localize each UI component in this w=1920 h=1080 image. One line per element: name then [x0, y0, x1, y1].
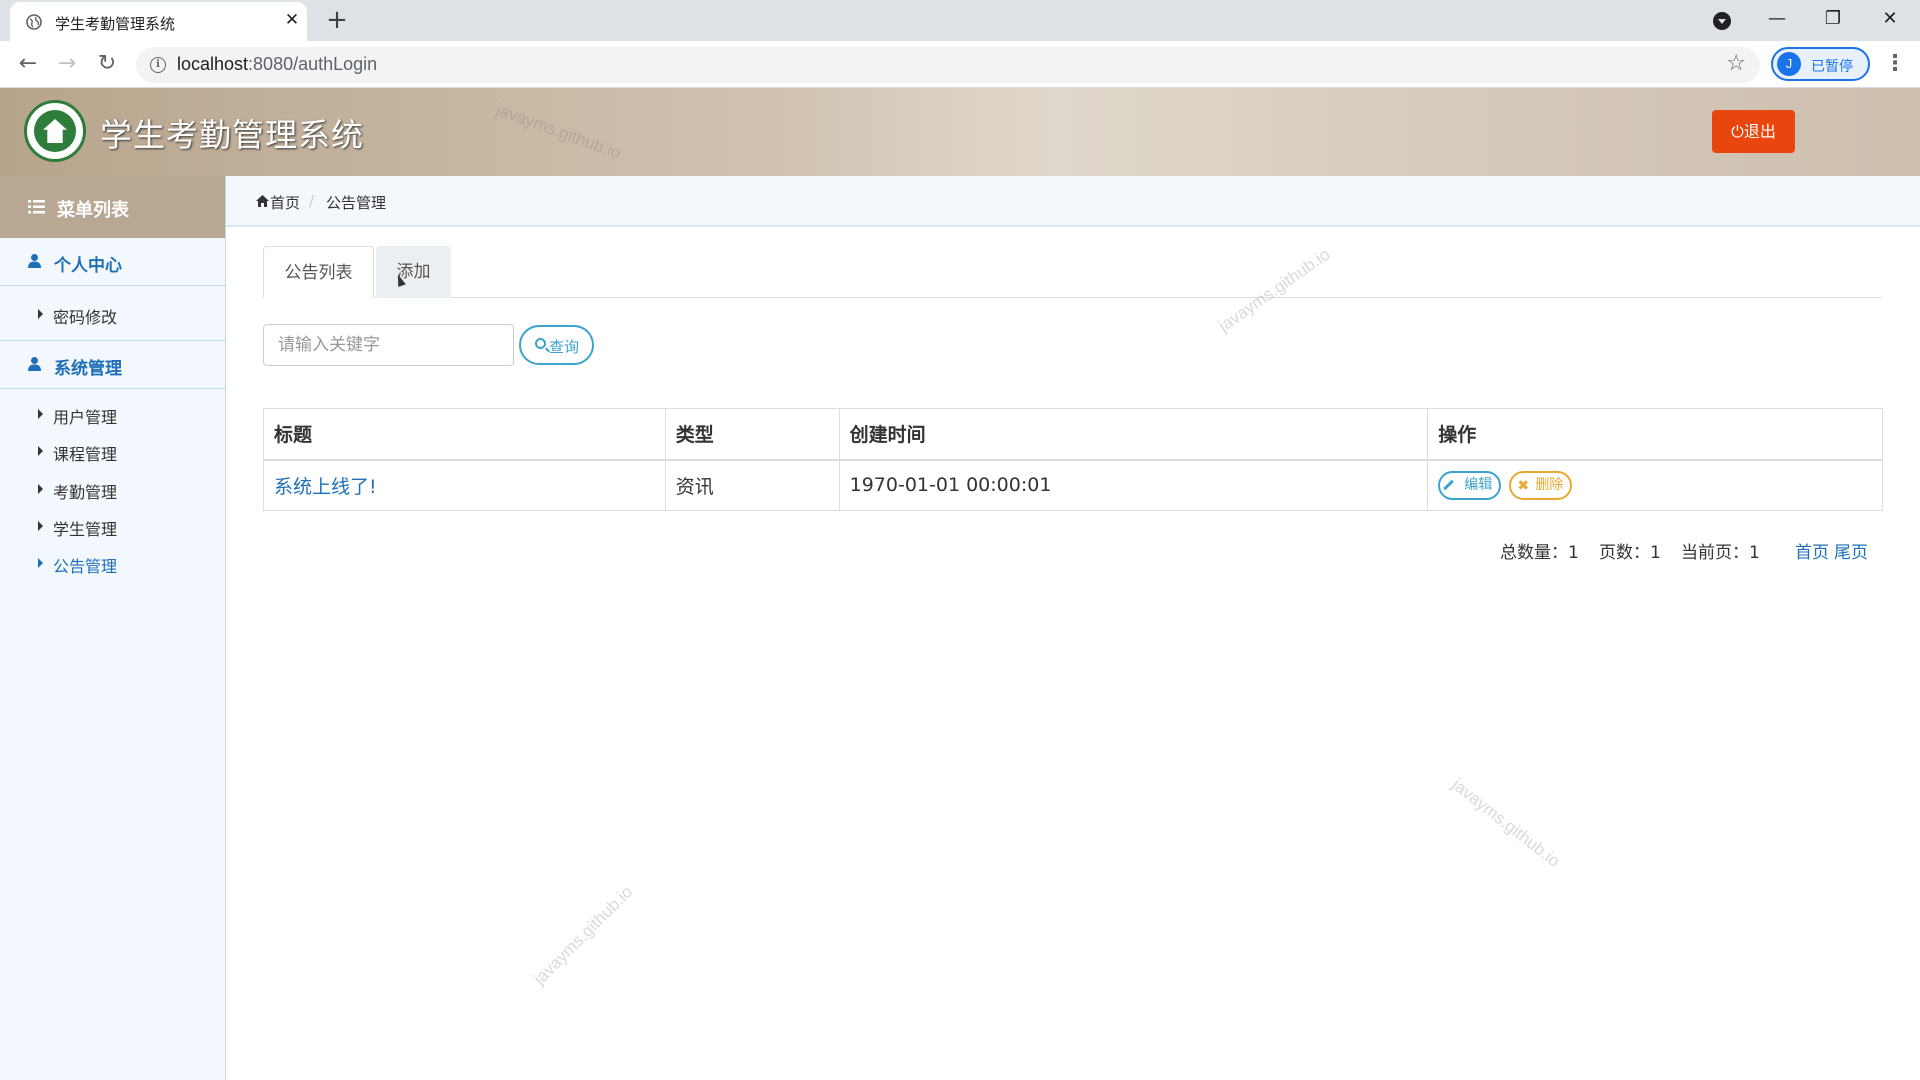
search-button-label: 查询: [549, 339, 580, 356]
edit-label: 编辑: [1464, 476, 1493, 493]
site-info-icon[interactable]: i: [150, 57, 166, 73]
sidebar-header: 菜单列表: [0, 176, 225, 238]
column-header-created: 创建时间: [838, 408, 1429, 461]
tabs-divider: [263, 297, 1882, 298]
breadcrumb-current: 公告管理: [326, 194, 387, 212]
caret-right-icon: [38, 558, 43, 568]
url-host: localhost: [177, 54, 249, 74]
pager-total: 总数量：1: [1500, 543, 1579, 563]
breadcrumb-home-link[interactable]: 首页: [270, 192, 300, 213]
logout-button[interactable]: ⏻退出: [1712, 110, 1795, 153]
sidebar-item-label: 公告管理: [53, 557, 118, 576]
close-icon: ✖: [1517, 477, 1530, 494]
tab-announcement-list[interactable]: 公告列表: [263, 246, 374, 298]
caret-right-icon: [38, 446, 43, 456]
new-tab-button[interactable]: +: [325, 6, 349, 34]
url-text[interactable]: localhost:8080/authLogin: [177, 54, 377, 75]
column-header-actions: 操作: [1427, 408, 1883, 461]
sidebar-item-announcements[interactable]: 公告管理: [0, 547, 225, 579]
cell-title: 系统上线了!: [263, 459, 666, 511]
tab-title: 学生考勤管理系统: [55, 15, 176, 33]
close-window-button[interactable]: ✕: [1875, 5, 1905, 33]
browser-tab[interactable]: 学生考勤管理系统 ✕: [10, 2, 307, 41]
sidebar-item-label: 密码修改: [53, 308, 118, 327]
globe-icon: [26, 14, 42, 30]
watermark: javayms.github.io: [530, 882, 637, 989]
announcement-table: 标题 类型 创建时间 操作 系统上线了! 资讯 1970-01-01 00:00…: [263, 408, 1883, 511]
column-header-type: 类型: [664, 408, 840, 461]
cell-actions: 编辑 ✖ 删除: [1427, 459, 1883, 511]
school-logo: [24, 100, 86, 162]
sidebar-group-label: 个人中心: [54, 256, 122, 276]
back-button[interactable]: ←: [14, 50, 42, 78]
column-header-title: 标题: [263, 408, 666, 461]
sidebar-group-label: 系统管理: [54, 359, 122, 379]
avatar: J: [1777, 52, 1801, 76]
tab-search-button[interactable]: [1713, 12, 1731, 30]
watermark: javayms.github.io: [1448, 775, 1564, 871]
sidebar-group-system[interactable]: 系统管理: [0, 341, 225, 389]
url-path: :8080/authLogin: [248, 54, 378, 74]
table-row: 系统上线了! 资讯 1970-01-01 00:00:01 编辑 ✖ 删除: [263, 459, 1883, 511]
tab-add[interactable]: 添加: [376, 246, 451, 298]
restore-button[interactable]: ❐: [1818, 5, 1848, 33]
sidebar-item-label: 用户管理: [53, 408, 118, 427]
search-input[interactable]: [263, 324, 514, 366]
browser-toolbar: ← → ↻ i localhost:8080/authLogin ☆ J 已暂停…: [0, 41, 1920, 88]
search-button[interactable]: 查询: [519, 325, 594, 365]
sidebar-item-attendance[interactable]: 考勤管理: [0, 473, 225, 505]
forward-button[interactable]: →: [53, 50, 81, 78]
tab-close-icon[interactable]: ✕: [283, 11, 301, 29]
sidebar: 菜单列表 个人中心 密码修改 系统管理 用户管理 课程管理 考勤管理 学生管理 …: [0, 176, 226, 1080]
logout-label: 退出: [1743, 122, 1776, 141]
list-icon: [28, 200, 45, 214]
caret-right-icon: [38, 409, 43, 419]
cell-created: 1970-01-01 00:00:01: [838, 459, 1429, 511]
app-title: 学生考勤管理系统: [100, 116, 365, 154]
sidebar-title: 菜单列表: [57, 200, 129, 221]
profile-button[interactable]: J 已暂停: [1771, 47, 1870, 81]
caret-right-icon: [38, 521, 43, 531]
watermark: javayms.github.io: [1215, 244, 1334, 336]
cell-type: 资讯: [664, 459, 840, 511]
sidebar-item-users[interactable]: 用户管理: [0, 398, 225, 430]
pager-pages: 页数：1: [1599, 543, 1661, 563]
home-icon: [256, 195, 269, 207]
pencil-icon: [1443, 479, 1455, 491]
sidebar-item-students[interactable]: 学生管理: [0, 510, 225, 542]
announcement-title-link[interactable]: 系统上线了!: [274, 476, 377, 498]
user-icon: [28, 357, 41, 371]
browser-tabstrip: 学生考勤管理系统 ✕ + — ❐ ✕: [0, 0, 1920, 41]
caret-right-icon: [38, 484, 43, 494]
pager-last-link[interactable]: 尾页: [1834, 538, 1868, 563]
pager-current: 当前页：1: [1681, 543, 1760, 563]
bookmark-star-icon[interactable]: ☆: [1726, 51, 1746, 76]
edit-button[interactable]: 编辑: [1438, 470, 1502, 500]
address-bar[interactable]: i localhost:8080/authLogin ☆: [136, 47, 1760, 83]
profile-status: 已暂停: [1811, 59, 1853, 75]
reload-button[interactable]: ↻: [93, 50, 121, 78]
breadcrumb-separator: /: [309, 192, 315, 210]
sidebar-item-label: 课程管理: [53, 445, 118, 464]
pager-first-link[interactable]: 首页: [1795, 538, 1829, 563]
sidebar-item-label: 考勤管理: [53, 483, 118, 502]
delete-button[interactable]: ✖ 删除: [1509, 470, 1573, 500]
power-icon: ⏻: [1731, 122, 1744, 141]
breadcrumb: 首页 / 公告管理: [226, 176, 1920, 227]
sidebar-item-courses[interactable]: 课程管理: [0, 435, 225, 467]
caret-right-icon: [38, 309, 43, 319]
minimize-button[interactable]: —: [1762, 5, 1792, 33]
table-header-row: 标题 类型 创建时间 操作: [263, 408, 1883, 461]
sidebar-item-label: 学生管理: [53, 520, 118, 539]
delete-label: 删除: [1535, 476, 1564, 493]
sidebar-item-password[interactable]: 密码修改: [0, 298, 225, 330]
search-icon: [535, 338, 546, 349]
app-header: 学生考勤管理系统: [0, 88, 1920, 176]
user-icon: [28, 254, 41, 268]
browser-menu-icon[interactable]: ⋮: [1884, 50, 1906, 78]
sidebar-group-personal[interactable]: 个人中心: [0, 238, 225, 286]
